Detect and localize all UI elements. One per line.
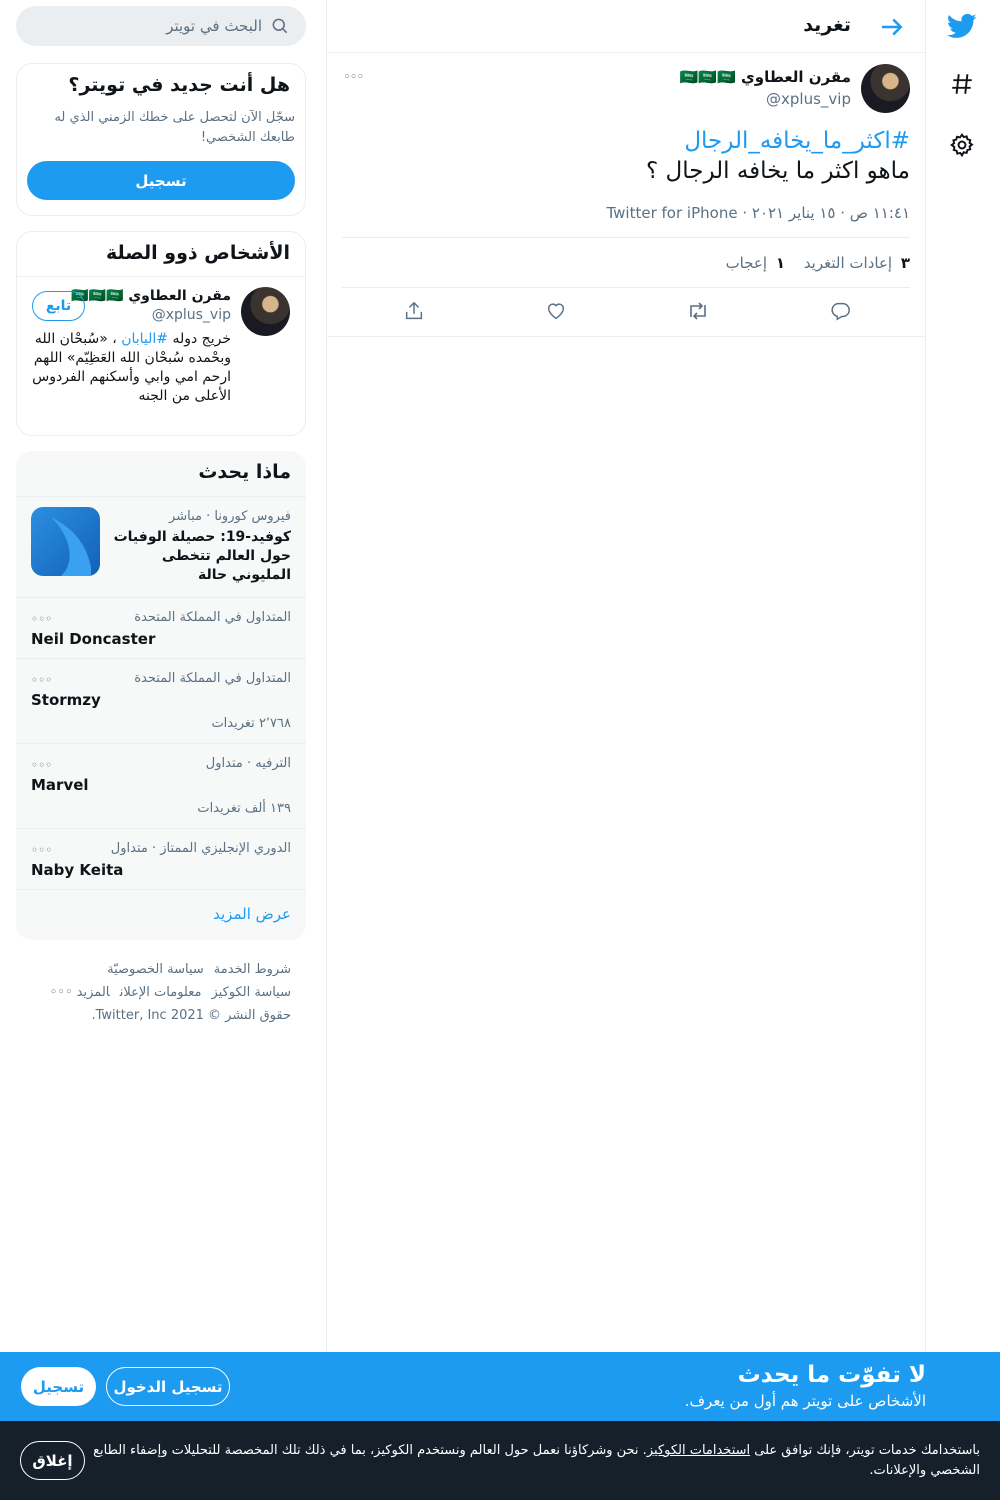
page-title: تغريد xyxy=(803,14,851,36)
banner-subtitle: الأشخاص على تويتر هم أول من يعرف. xyxy=(684,1392,926,1410)
cookie-usage-link[interactable]: استخدامات الكوكيز xyxy=(647,1443,750,1458)
trend-name: Stormzy xyxy=(31,691,101,709)
trend-context: فيروس كورونا · مباشر xyxy=(169,509,291,524)
avatar[interactable] xyxy=(241,287,290,336)
more-link[interactable]: المزيد ◦◦◦ xyxy=(50,985,110,1000)
trends-title: ماذا يحدث xyxy=(198,461,291,483)
trend-name: Marvel xyxy=(31,776,89,794)
banner-title: لا تفوّت ما يحدث xyxy=(737,1362,926,1388)
tweet-text: #اكثر_ما_يخافه_الرجال ماهو اكثر ما يخافه… xyxy=(350,126,910,186)
more-options-icon[interactable]: ◦◦◦ xyxy=(31,843,52,857)
show-more-label: عرض المزيد xyxy=(213,905,291,923)
trend-headline: كوفيد-19: حصيلة الوفيات حول العالم تتخطى… xyxy=(113,529,291,583)
new-to-twitter-card: هل أنت جديد في تويتر؟ سجّل الآن لتحصل عل… xyxy=(16,63,306,216)
login-button[interactable]: تسجيل الدخول xyxy=(106,1367,230,1406)
trend-item[interactable]: المتداول في المملكة المتحدة Neil Doncast… xyxy=(16,597,306,658)
terms-link[interactable]: شروط الخدمة xyxy=(214,962,291,977)
copyright: حقوق النشر © 2021 Twitter, Inc. xyxy=(91,1008,291,1023)
cookie-policy-link[interactable]: سياسة الكوكيز xyxy=(211,985,291,1000)
close-button[interactable]: إغلاق xyxy=(20,1441,85,1480)
trend-count: ١٣٩ ألف تغريدات xyxy=(197,801,291,816)
cookie-text: باستخدامك خدمات تويتر، فإنك توافق على اس… xyxy=(90,1441,980,1481)
privacy-link[interactable]: سياسة الخصوصيّة xyxy=(107,962,204,977)
likes-stat[interactable]: ١ إعجاب xyxy=(726,254,785,272)
trend-image xyxy=(31,507,100,576)
main-header: تغريد xyxy=(327,0,925,53)
trend-item[interactable]: الترفيه · متداول Marvel ١٣٩ ألف تغريدات … xyxy=(16,743,306,828)
search-box[interactable] xyxy=(16,6,306,46)
related-bio: خريج دوله #اليابان ، «سُبحْان الله وبحْم… xyxy=(31,330,231,406)
related-people-card: الأشخاص ذوو الصلة مقرن العطاوي 🇸🇦🇸🇦🇸🇦 @x… xyxy=(16,231,306,436)
signup-button[interactable]: تسجيل xyxy=(27,161,295,200)
new-card-title: هل أنت جديد في تويتر؟ xyxy=(68,74,290,96)
follow-button[interactable]: تابع xyxy=(32,291,85,321)
new-card-description: سجّل الآن لتحصل على خطك الزمني الذي له ط… xyxy=(54,110,295,145)
hashtag-link[interactable]: #اكثر_ما_يخافه_الرجال xyxy=(350,126,910,156)
divider xyxy=(17,276,305,277)
trend-item[interactable]: الدوري الإنجليزي الممتاز · متداول Naby K… xyxy=(16,828,306,889)
trend-count: ٢٬٧٦٨ تغريدات xyxy=(211,716,291,731)
cookie-consent-bar: باستخدامك خدمات تويتر، فإنك توافق على اس… xyxy=(0,1421,1000,1500)
retweet-icon[interactable] xyxy=(685,298,711,324)
more-options-icon[interactable]: ◦◦◦ xyxy=(31,758,52,772)
trend-featured[interactable]: فيروس كورونا · مباشر كوفيد-19: حصيلة الو… xyxy=(16,496,306,597)
twitter-bird-icon[interactable] xyxy=(940,4,984,48)
search-input[interactable] xyxy=(42,6,262,46)
gear-icon[interactable] xyxy=(940,123,984,167)
primary-nav xyxy=(925,0,1000,1352)
bio-text: خريج دوله xyxy=(168,331,231,347)
main-column: تغريد مقرن العطاوي 🇸🇦🇸🇦🇸🇦 @xplus_vip ◦◦◦… xyxy=(326,0,926,1352)
trends-card: ماذا يحدث فيروس كورونا · مباشر كوفيد-19:… xyxy=(16,451,306,940)
related-title: الأشخاص ذوو الصلة xyxy=(106,242,290,264)
footer-links: شروط الخدمة سياسة الخصوصيّة سياسة الكوكيز… xyxy=(21,958,291,1027)
share-icon[interactable] xyxy=(401,298,427,324)
tweet-author-handle[interactable]: @xplus_vip xyxy=(766,90,851,108)
tweet-body: ماهو اكثر ما يخافه الرجال ؟ xyxy=(645,158,910,184)
show-more-link[interactable]: عرض المزيد xyxy=(16,889,306,940)
retweets-stat[interactable]: ٣ إعادات التغريد xyxy=(804,254,910,272)
tweet-author-name[interactable]: مقرن العطاوي 🇸🇦🇸🇦🇸🇦 xyxy=(680,68,851,86)
more-options-icon[interactable]: ◦◦◦ xyxy=(31,612,52,626)
trend-context: المتداول في المملكة المتحدة xyxy=(134,610,291,625)
like-icon[interactable] xyxy=(543,298,569,324)
ads-info-link[interactable]: معلومات الإعلان xyxy=(120,985,202,1000)
signup-banner: لا تفوّت ما يحدث الأشخاص على تويتر هم أو… xyxy=(0,1352,1000,1421)
trend-name: Naby Keita xyxy=(31,861,124,879)
tweet-stats: ٣ إعادات التغريد ١ إعجاب xyxy=(342,237,910,288)
search-icon xyxy=(270,16,290,36)
retweets-count: ٣ xyxy=(900,254,910,272)
signup-button[interactable]: تسجيل xyxy=(21,1367,96,1406)
trend-context: الترفيه · متداول xyxy=(205,756,291,771)
tweet-detail: مقرن العطاوي 🇸🇦🇸🇦🇸🇦 @xplus_vip ◦◦◦ #اكثر… xyxy=(327,54,925,337)
retweets-label: إعادات التغريد xyxy=(803,254,893,272)
trend-context: الدوري الإنجليزي الممتاز · متداول xyxy=(110,841,291,856)
likes-label: إعجاب xyxy=(725,254,768,272)
cookie-text-part: باستخدامك خدمات تويتر، فإنك توافق على xyxy=(750,1443,980,1458)
tweet-timestamp[interactable]: ١١:٤١ ص · ١٥ يناير ٢٠٢١ · Twitter for iP… xyxy=(606,204,910,222)
trend-context: المتداول في المملكة المتحدة xyxy=(134,671,291,686)
hashtag-icon[interactable] xyxy=(940,62,984,106)
reply-icon[interactable] xyxy=(827,298,853,324)
more-options-icon[interactable]: ◦◦◦ xyxy=(343,70,364,85)
trend-item[interactable]: المتداول في المملكة المتحدة Stormzy ٢٬٧٦… xyxy=(16,658,306,743)
avatar[interactable] xyxy=(861,64,910,113)
trend-name: Neil Doncaster xyxy=(31,630,156,648)
more-options-icon[interactable]: ◦◦◦ xyxy=(31,673,52,687)
likes-count: ١ xyxy=(775,254,785,272)
related-name[interactable]: مقرن العطاوي 🇸🇦🇸🇦🇸🇦 xyxy=(71,288,231,304)
bio-hashtag-link[interactable]: #اليابان xyxy=(121,331,168,347)
related-handle[interactable]: @xplus_vip xyxy=(152,307,231,323)
arrow-right-icon[interactable] xyxy=(877,12,907,42)
